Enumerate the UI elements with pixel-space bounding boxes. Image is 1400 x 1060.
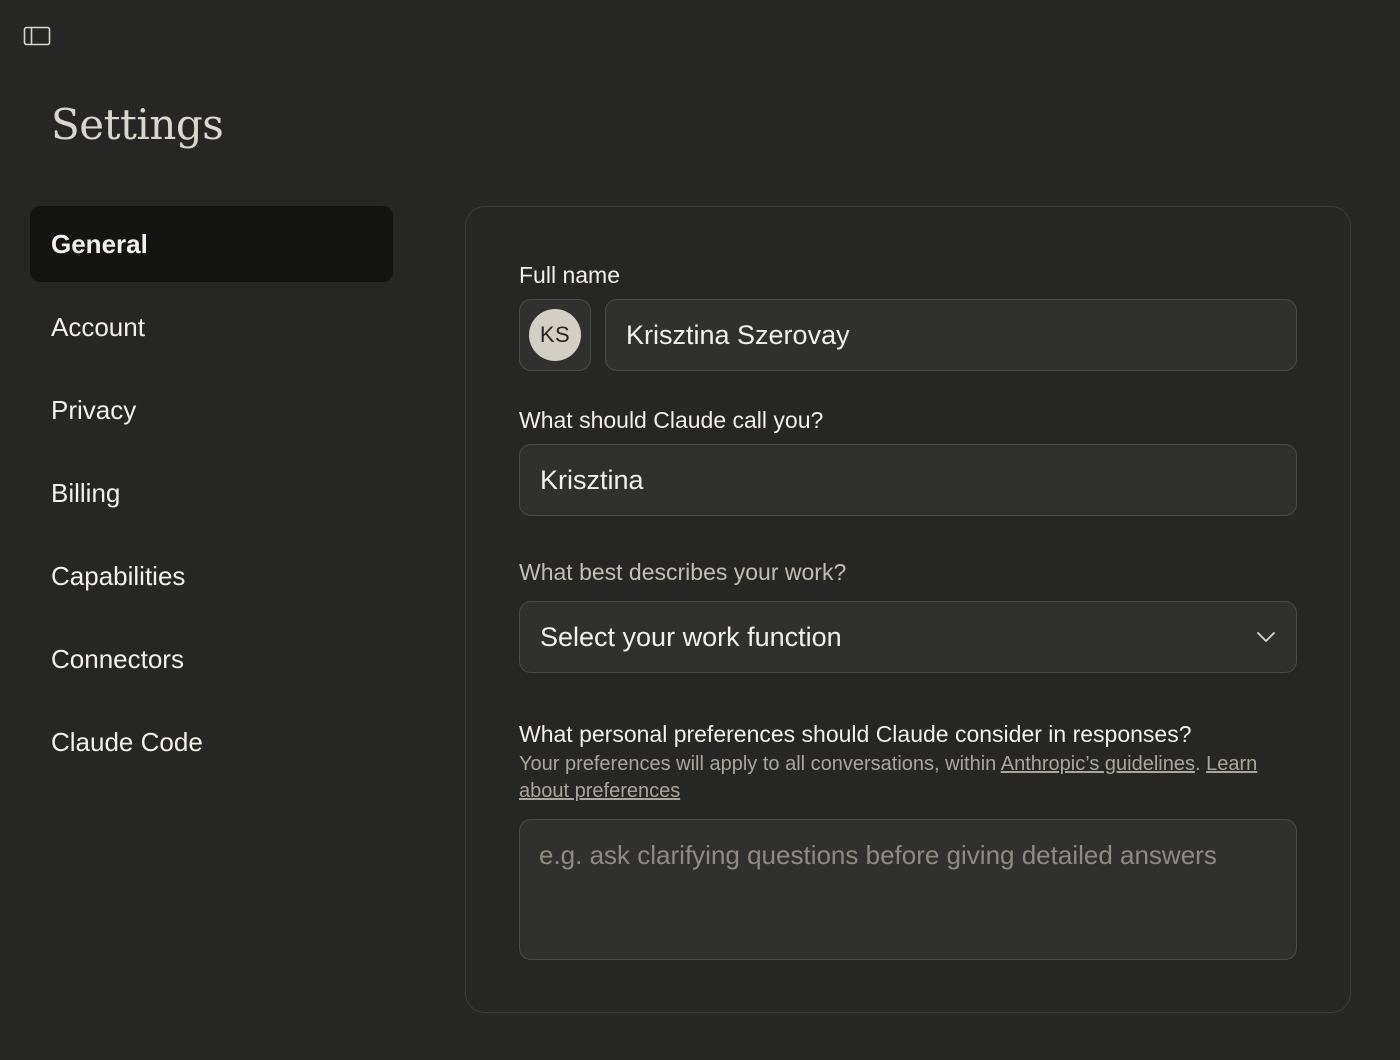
nav-item-capabilities[interactable]: Capabilities	[30, 538, 393, 614]
preferences-textarea[interactable]	[519, 819, 1297, 960]
helper-prefix: Your preferences will apply to all conve…	[519, 753, 1001, 775]
settings-nav: General Account Privacy Billing Capabili…	[30, 206, 393, 787]
nav-item-general[interactable]: General	[30, 206, 393, 282]
avatar-button[interactable]: KS	[519, 299, 591, 371]
sidebar-toggle-button[interactable]	[22, 24, 52, 48]
avatar: KS	[529, 309, 581, 361]
preferences-helper-text: Your preferences will apply to all conve…	[519, 751, 1309, 805]
general-settings-panel: Full name KS What should Claude call you…	[465, 206, 1351, 1013]
page-title: Settings	[51, 100, 224, 149]
nav-item-claude-code[interactable]: Claude Code	[30, 704, 393, 780]
full-name-input[interactable]	[605, 299, 1297, 371]
nav-item-connectors[interactable]: Connectors	[30, 621, 393, 697]
sidebar-panel-icon	[23, 26, 51, 46]
anthropic-guidelines-link[interactable]: Anthropic’s guidelines	[1001, 753, 1195, 775]
helper-separator: .	[1194, 753, 1207, 775]
nickname-label: What should Claude call you?	[519, 407, 824, 433]
nickname-input[interactable]	[519, 444, 1297, 516]
nav-item-account[interactable]: Account	[30, 289, 393, 365]
work-function-label: What best describes your work?	[519, 559, 847, 585]
work-function-value: Select your work function	[540, 621, 842, 652]
nav-item-billing[interactable]: Billing	[30, 455, 393, 531]
preferences-label: What personal preferences should Claude …	[519, 721, 1192, 747]
work-function-select[interactable]: Select your work function	[519, 601, 1297, 673]
nav-item-privacy[interactable]: Privacy	[30, 372, 393, 448]
full-name-label: Full name	[519, 262, 620, 288]
chevron-down-icon	[1257, 632, 1275, 642]
